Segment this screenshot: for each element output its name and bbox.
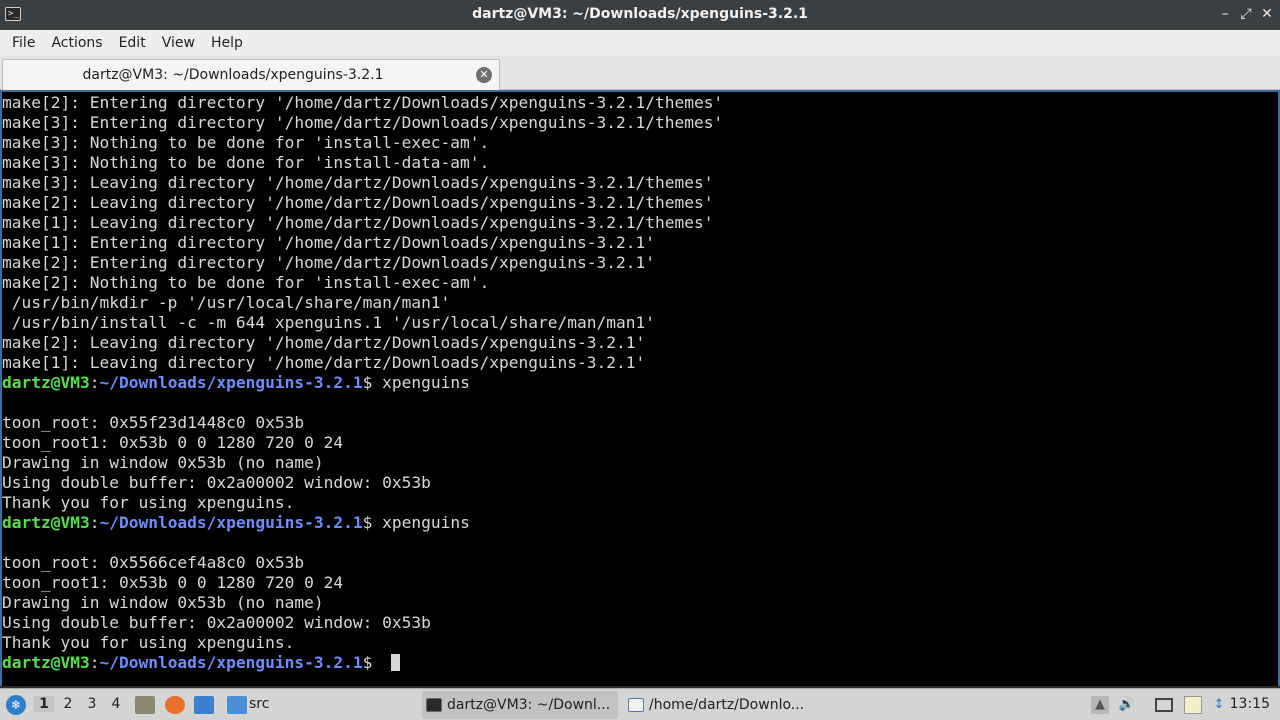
terminal-line: Drawing in window 0x53b (no name) bbox=[2, 593, 324, 612]
prompt-path: ~/Downloads/xpenguins-3.2.1 bbox=[99, 513, 363, 532]
task-text-editor-label: /home/dartz/Downlo... bbox=[649, 697, 805, 713]
workspace-4[interactable]: 4 bbox=[106, 696, 126, 712]
desktop-icon[interactable] bbox=[194, 696, 214, 714]
prompt-symbol: $ bbox=[362, 653, 383, 672]
volume-icon[interactable]: 🔊 bbox=[1118, 696, 1136, 714]
tab-label: dartz@VM3: ~/Downloads/xpenguins-3.2.1 bbox=[82, 67, 384, 83]
terminal-line: toon_root1: 0x53b 0 0 1280 720 0 24 bbox=[2, 573, 344, 592]
terminal-icon bbox=[426, 698, 442, 712]
menu-file[interactable]: File bbox=[4, 32, 43, 54]
workspace-1[interactable]: 1 bbox=[34, 696, 54, 712]
prompt-path: ~/Downloads/xpenguins-3.2.1 bbox=[99, 653, 363, 672]
minimize-button[interactable]: – bbox=[1216, 5, 1234, 23]
prompt-line: dartz@VM3:~/Downloads/xpenguins-3.2.1$ bbox=[2, 653, 1278, 673]
tab-strip: dartz@VM3: ~/Downloads/xpenguins-3.2.1 ✕ bbox=[0, 56, 1280, 90]
clock[interactable]: 13:15 bbox=[1230, 696, 1270, 712]
prompt-symbol: $ bbox=[362, 513, 383, 532]
window-title: dartz@VM3: ~/Downloads/xpenguins-3.2.1 bbox=[472, 6, 808, 22]
workspace-3[interactable]: 3 bbox=[82, 696, 102, 712]
prompt-separator: : bbox=[89, 653, 100, 672]
terminal-line: toon_root: 0x55f23d1448c0 0x53b bbox=[2, 413, 305, 432]
terminal-line: toon_root1: 0x53b 0 0 1280 720 0 24 bbox=[2, 433, 344, 452]
prompt-separator: : bbox=[89, 513, 100, 532]
folder-icon[interactable] bbox=[227, 696, 247, 714]
terminal-line: make[2]: Nothing to be done for 'install… bbox=[2, 273, 490, 292]
terminal-line: make[1]: Entering directory '/home/dartz… bbox=[2, 233, 655, 252]
terminal-line: make[1]: Leaving directory '/home/dartz/… bbox=[2, 213, 714, 232]
terminal-line: Thank you for using xpenguins. bbox=[2, 633, 295, 652]
terminal-line: Using double buffer: 0x2a00002 window: 0… bbox=[2, 473, 431, 492]
terminal-line: toon_root: 0x5566cef4a8c0 0x53b bbox=[2, 553, 305, 572]
prompt-user: dartz@VM3 bbox=[2, 653, 90, 672]
tab-close-icon[interactable]: ✕ bbox=[476, 67, 492, 83]
prompt-user: dartz@VM3 bbox=[2, 513, 90, 532]
terminal-line: /usr/bin/install -c -m 644 xpenguins.1 '… bbox=[2, 313, 655, 332]
menu-edit[interactable]: Edit bbox=[111, 32, 154, 54]
terminal-line: /usr/bin/mkdir -p '/usr/local/share/man/… bbox=[2, 293, 451, 312]
terminal-tab[interactable]: dartz@VM3: ~/Downloads/xpenguins-3.2.1 ✕ bbox=[2, 59, 500, 90]
text-editor-icon bbox=[628, 698, 644, 712]
task-text-editor[interactable]: /home/dartz/Downlo... bbox=[624, 691, 820, 719]
prompt-path: ~/Downloads/xpenguins-3.2.1 bbox=[99, 373, 363, 392]
window-titlebar[interactable]: >_ dartz@VM3: ~/Downloads/xpenguins-3.2.… bbox=[0, 0, 1280, 30]
terminal-line: make[2]: Leaving directory '/home/dartz/… bbox=[2, 193, 714, 212]
terminal-line: make[3]: Nothing to be done for 'install… bbox=[2, 153, 490, 172]
prompt-symbol: $ bbox=[362, 373, 383, 392]
prompt-user: dartz@VM3 bbox=[2, 373, 90, 392]
clipboard-icon[interactable] bbox=[1184, 696, 1202, 714]
terminal-output[interactable]: make[2]: Entering directory '/home/dartz… bbox=[0, 90, 1280, 686]
terminal-line: make[1]: Leaving directory '/home/dartz/… bbox=[2, 353, 646, 372]
terminal-line: make[2]: Entering directory '/home/dartz… bbox=[2, 253, 655, 272]
menu-actions[interactable]: Actions bbox=[43, 32, 110, 54]
start-menu-icon[interactable]: ❄ bbox=[6, 695, 26, 715]
file-manager-icon[interactable] bbox=[135, 696, 155, 714]
prompt-line: dartz@VM3:~/Downloads/xpenguins-3.2.1$ x… bbox=[2, 373, 1278, 393]
task-terminal[interactable]: dartz@VM3: ~/Downl... bbox=[422, 691, 618, 719]
command-text: xpenguins bbox=[382, 513, 470, 532]
menu-bar: File Actions Edit View Help bbox=[0, 30, 1280, 56]
prompt-separator: : bbox=[89, 373, 100, 392]
terminal-line: make[3]: Nothing to be done for 'install… bbox=[2, 133, 490, 152]
taskbar: ❄ 1 2 3 4 src dartz@VM3: ~/Downl... /hom… bbox=[0, 688, 1280, 720]
menu-view[interactable]: View bbox=[154, 32, 203, 54]
prompt-line: dartz@VM3:~/Downloads/xpenguins-3.2.1$ x… bbox=[2, 513, 1278, 533]
terminal-line: make[2]: Leaving directory '/home/dartz/… bbox=[2, 333, 646, 352]
terminal-line: make[3]: Leaving directory '/home/dartz/… bbox=[2, 173, 714, 192]
folder-label[interactable]: src bbox=[249, 696, 269, 712]
maximize-button[interactable]: ⤢ bbox=[1237, 5, 1255, 23]
up-arrow-icon[interactable]: ▲ bbox=[1091, 696, 1109, 714]
text-cursor bbox=[391, 654, 401, 671]
terminal-lines: make[2]: Entering directory '/home/dartz… bbox=[2, 93, 1278, 673]
terminal-line: make[2]: Entering directory '/home/dartz… bbox=[2, 93, 724, 112]
menu-help[interactable]: Help bbox=[203, 32, 251, 54]
network-icon[interactable]: ↕ bbox=[1210, 696, 1228, 714]
command-text: xpenguins bbox=[382, 373, 470, 392]
close-window-button[interactable]: ✕ bbox=[1258, 5, 1276, 23]
workspace-2[interactable]: 2 bbox=[58, 696, 78, 712]
terminal-line: Drawing in window 0x53b (no name) bbox=[2, 453, 324, 472]
terminal-line: Using double buffer: 0x2a00002 window: 0… bbox=[2, 613, 431, 632]
terminal-line: make[3]: Entering directory '/home/dartz… bbox=[2, 113, 724, 132]
monitor-icon[interactable] bbox=[1155, 698, 1173, 712]
firefox-icon[interactable] bbox=[165, 696, 185, 714]
terminal-line: Thank you for using xpenguins. bbox=[2, 493, 295, 512]
task-terminal-label: dartz@VM3: ~/Downl... bbox=[447, 697, 611, 713]
